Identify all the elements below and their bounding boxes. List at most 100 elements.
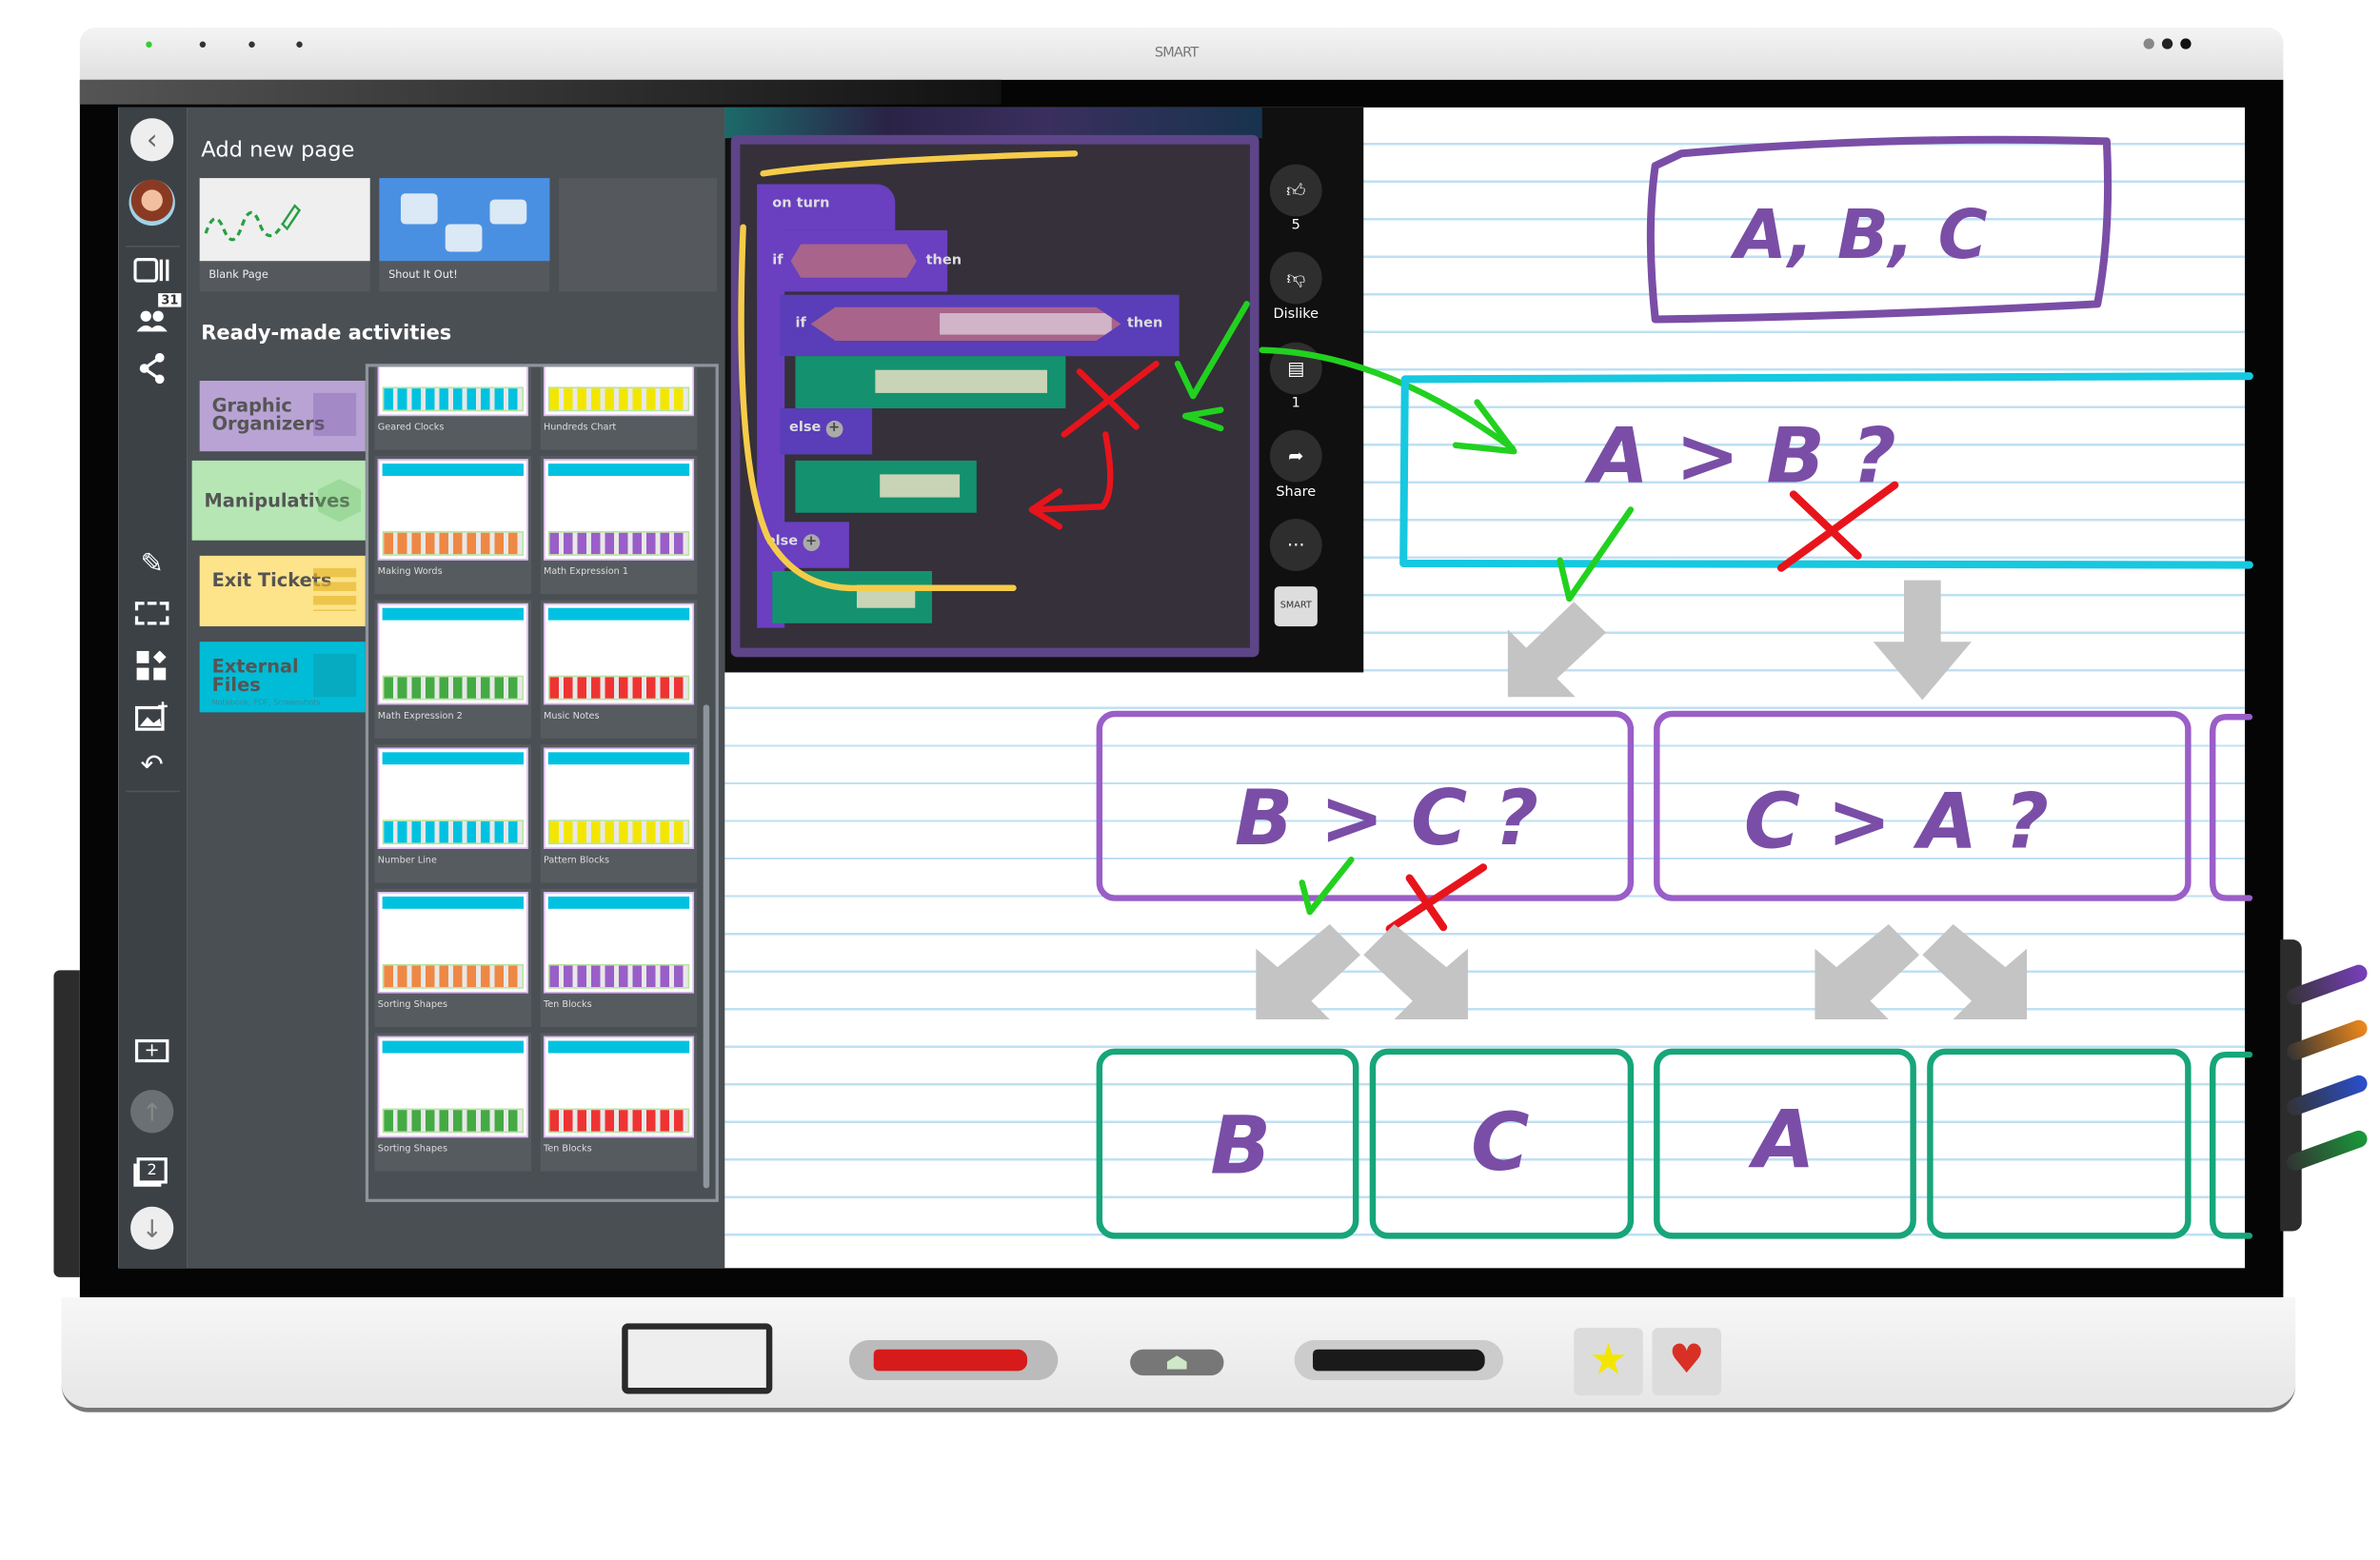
nested-if-block[interactable]: if then xyxy=(780,294,1180,357)
action-block[interactable] xyxy=(795,460,977,513)
avatar[interactable] xyxy=(129,179,175,227)
block-label: then xyxy=(925,253,962,269)
widgets-icon[interactable] xyxy=(130,644,173,687)
action-field[interactable] xyxy=(875,369,1047,393)
star-button[interactable]: ★ xyxy=(1574,1328,1643,1396)
home-button[interactable] xyxy=(1130,1349,1224,1376)
activity-thumbnail xyxy=(543,602,695,705)
pages-view-icon[interactable] xyxy=(130,248,173,291)
block-label: then xyxy=(1126,316,1163,332)
activity-card[interactable]: Math Expression 2 xyxy=(374,600,532,739)
activity-card[interactable]: Sorting Shapes xyxy=(374,1033,532,1172)
comments-button[interactable]: ▤ xyxy=(1269,342,1322,395)
select-tool-icon[interactable] xyxy=(130,591,173,634)
red-pen-slot[interactable] xyxy=(848,1340,1059,1380)
category-external-files[interactable]: External Files Notebook, PDF, Screenshots xyxy=(199,642,366,713)
action-field[interactable] xyxy=(856,584,916,608)
template-blank-page[interactable]: Blank Page xyxy=(199,178,370,292)
template-shout-it-out[interactable]: Shout It Out! xyxy=(379,178,550,292)
thumbnail-header xyxy=(382,752,524,765)
condition-field[interactable] xyxy=(940,313,1112,335)
activity-card[interactable]: Music Notes xyxy=(540,600,698,739)
divider xyxy=(126,790,180,793)
else-block[interactable]: else + xyxy=(780,408,873,455)
more-icon: ··· xyxy=(1287,534,1305,556)
bezel-reflection xyxy=(79,79,1002,105)
thumbnail-tray xyxy=(382,531,524,556)
previous-page-button[interactable]: ↑ xyxy=(130,1090,174,1134)
back-button[interactable]: ‹ xyxy=(130,118,174,162)
squiggle-pen-icon xyxy=(204,204,302,242)
share-arrow-icon: ➦ xyxy=(1288,444,1304,467)
undo-icon[interactable]: ↶ xyxy=(130,743,173,786)
activity-card[interactable]: Making Words xyxy=(374,456,532,595)
pen-tool-icon[interactable]: ✎ xyxy=(130,542,173,584)
activity-card[interactable]: Hundreds Chart xyxy=(540,366,698,450)
condition-slot[interactable] xyxy=(810,306,1121,342)
scrollbar[interactable] xyxy=(703,704,710,1189)
sensor-dot xyxy=(296,41,303,48)
add-page-button[interactable]: + xyxy=(130,1029,173,1072)
block-label: if xyxy=(772,253,783,269)
action-block[interactable] xyxy=(795,356,1066,409)
black-pen[interactable] xyxy=(1313,1349,1485,1372)
more-button[interactable]: ··· xyxy=(1269,519,1322,571)
activity-label: Sorting Shapes xyxy=(377,998,448,1011)
activity-label: Making Words xyxy=(377,566,443,578)
activity-thumbnail xyxy=(377,892,528,994)
dislike-button[interactable]: 👎︎ xyxy=(1269,251,1322,305)
activity-thumbnail xyxy=(543,747,695,849)
activity-card[interactable]: Number Line xyxy=(374,744,532,883)
activity-label: Hundreds Chart xyxy=(543,422,617,433)
next-page-button[interactable]: ↓ xyxy=(130,1206,174,1250)
share-button[interactable]: ➦ xyxy=(1269,429,1322,483)
like-button[interactable]: 👍︎ xyxy=(1269,164,1322,217)
video-player[interactable]: on turn if then if then else + else + 👍︎ 5… xyxy=(724,107,1364,673)
channel-logo[interactable]: SMART xyxy=(1274,586,1318,627)
activity-label: Math Expression 1 xyxy=(543,566,629,578)
participants-button[interactable]: 31 xyxy=(130,293,182,343)
thumbnail-header xyxy=(382,464,524,476)
activity-label: Pattern Blocks xyxy=(543,855,610,866)
sensor-dot xyxy=(248,41,255,48)
thumbnail-header xyxy=(382,1040,524,1054)
activity-card[interactable]: Math Expression 1 xyxy=(540,456,698,595)
indicator-light xyxy=(146,41,152,48)
category-exit-tickets[interactable]: Exit Tickets xyxy=(199,555,366,627)
else-block[interactable]: else + xyxy=(757,522,849,568)
add-new-page-title: Add new page xyxy=(201,138,355,163)
black-pen-slot[interactable] xyxy=(1294,1340,1504,1380)
eraser[interactable] xyxy=(622,1323,773,1394)
category-label: External Files xyxy=(211,655,299,696)
download-icon xyxy=(313,654,357,698)
activity-card[interactable]: Pattern Blocks xyxy=(540,744,698,883)
activity-card[interactable]: Ten Blocks xyxy=(540,1033,698,1172)
camera-icon xyxy=(2180,38,2192,49)
if-block[interactable]: if then xyxy=(757,229,962,292)
on-turn-block[interactable]: on turn xyxy=(757,184,896,230)
thumbnail-tray xyxy=(382,1108,524,1134)
add-icon[interactable]: + xyxy=(825,420,843,438)
activity-card[interactable]: Sorting Shapes xyxy=(374,888,532,1028)
page-indicator[interactable]: 2 xyxy=(130,1148,173,1191)
template-thumbnail xyxy=(199,178,370,262)
thumbnail-header xyxy=(547,607,690,621)
add-image-icon[interactable] xyxy=(130,696,173,739)
action-field[interactable] xyxy=(880,474,961,498)
activity-label: Number Line xyxy=(377,855,437,866)
template-placeholder xyxy=(559,178,718,292)
red-pen[interactable] xyxy=(873,1349,1028,1372)
comment-icon: ▤ xyxy=(1287,357,1305,380)
thumbnail-tray xyxy=(547,386,690,412)
add-icon[interactable]: + xyxy=(803,534,820,552)
category-manipulatives[interactable]: Manipulatives xyxy=(191,460,370,541)
heart-button[interactable]: ♥ xyxy=(1652,1328,1722,1396)
condition-slot[interactable] xyxy=(790,244,917,278)
share-icon[interactable] xyxy=(130,347,173,390)
video-frame-top xyxy=(724,107,1262,139)
category-graphic-organizers[interactable]: Graphic Organizers xyxy=(199,380,366,452)
activity-card[interactable]: Ten Blocks xyxy=(540,888,698,1028)
activity-card[interactable]: Geared Clocks xyxy=(374,366,532,450)
thumbnail-tray xyxy=(382,675,524,701)
action-block[interactable] xyxy=(772,570,933,623)
